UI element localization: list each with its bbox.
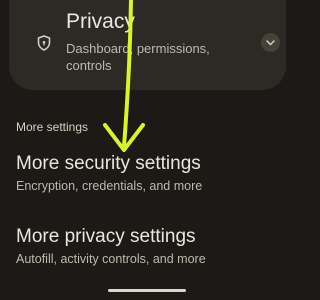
shield-icon	[37, 35, 51, 51]
privacy-card[interactable]: Privacy Dashboard, permissions, controls	[9, 0, 286, 90]
section-header-more-settings: More settings	[16, 120, 89, 134]
chevron-down-icon	[266, 39, 275, 45]
expand-button[interactable]	[261, 33, 280, 52]
more-privacy-settings-item[interactable]: More privacy settings Autofill, activity…	[16, 226, 286, 266]
privacy-description: Dashboard, permissions, controls	[66, 41, 210, 73]
setting-subtitle: Encryption, credentials, and more	[16, 178, 203, 193]
navigation-handle[interactable]	[108, 289, 186, 292]
more-security-settings-item[interactable]: More security settings Encryption, crede…	[16, 153, 286, 193]
settings-screen: Privacy Dashboard, permissions, controls…	[0, 0, 294, 300]
setting-subtitle: Autofill, activity controls, and more	[16, 251, 206, 266]
setting-title: More security settings	[16, 153, 201, 174]
privacy-title: Privacy	[66, 10, 135, 33]
setting-title: More privacy settings	[16, 226, 196, 247]
